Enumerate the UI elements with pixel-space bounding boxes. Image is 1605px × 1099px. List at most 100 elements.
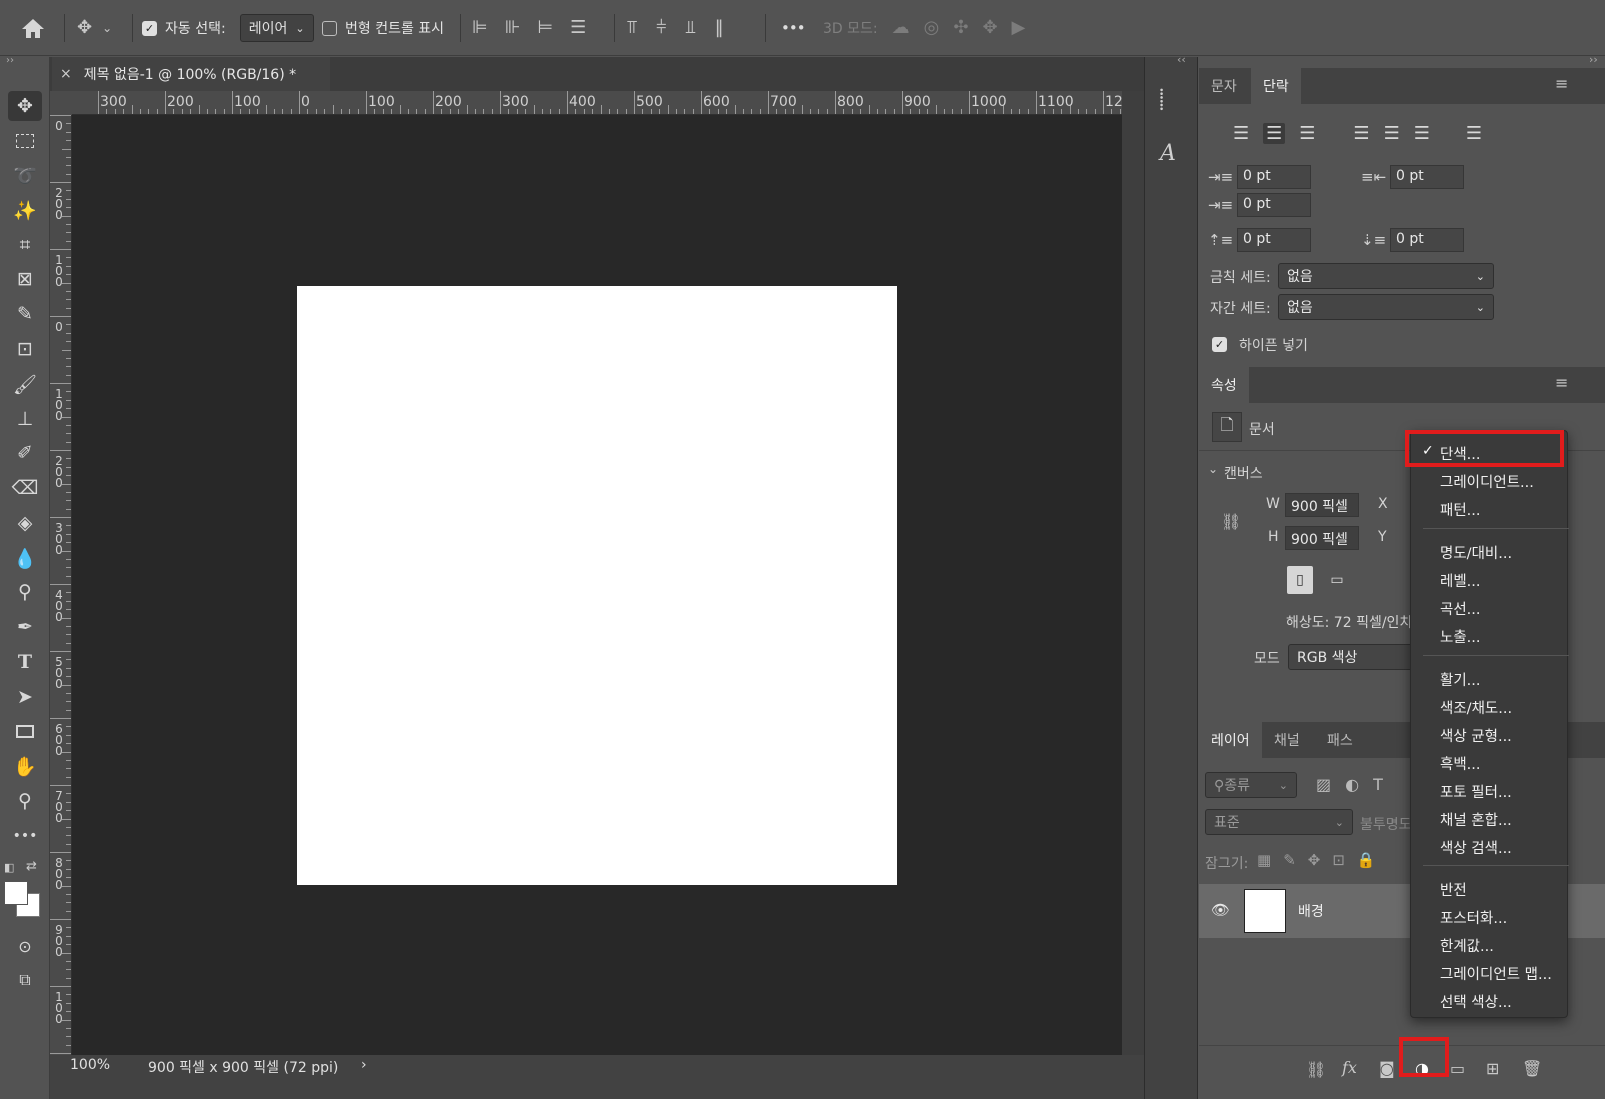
align-v-center-icon[interactable]: ⫩ [656, 19, 666, 37]
indent-right-field[interactable]: 0 pt [1390, 165, 1464, 189]
document-canvas[interactable] [297, 286, 897, 885]
tab-channels[interactable]: 채널 [1262, 722, 1312, 758]
menu-item[interactable]: 곡선... [1440, 598, 1481, 619]
menu-item[interactable]: 채널 혼합... [1440, 809, 1512, 830]
color-mode-select[interactable]: RGB 색상 [1288, 644, 1418, 670]
lasso-tool-icon[interactable]: ➰ [8, 160, 42, 190]
spot-healing-tool-icon[interactable]: ⊡ [8, 334, 42, 364]
add-mask-icon[interactable]: ◙ [1379, 1059, 1395, 1078]
lock-artboard-icon[interactable]: ⊡ [1332, 851, 1345, 869]
menu-item[interactable]: 그레이디언트 맵... [1440, 963, 1552, 984]
landscape-orientation-icon[interactable]: ▭ [1323, 566, 1351, 594]
menu-item[interactable]: 레벨... [1440, 570, 1481, 591]
quick-mask-icon[interactable]: ⊙ [8, 931, 42, 961]
screen-mode-icon[interactable]: ⧉ [8, 965, 42, 995]
align-bottom-icon[interactable]: ⫫ [686, 19, 696, 37]
new-group-icon[interactable]: ▭ [1450, 1059, 1465, 1078]
menu-item[interactable]: 노출... [1440, 626, 1481, 647]
crop-tool-icon[interactable]: ⌗ [8, 230, 42, 260]
mojikumi-select[interactable]: 없음 ⌄ [1278, 294, 1494, 320]
tab-paths[interactable]: 패스 [1315, 722, 1365, 758]
menu-item[interactable]: 명도/대비... [1440, 542, 1512, 563]
magic-wand-tool-icon[interactable]: ✨ [8, 195, 42, 225]
document-tab[interactable]: × 제목 없음-1 @ 100% (RGB/16) * [52, 57, 330, 91]
ruler-origin[interactable] [50, 91, 72, 115]
portrait-orientation-icon[interactable]: ▯ [1287, 566, 1313, 594]
blend-mode-select[interactable]: 표준 ⌄ [1205, 809, 1353, 835]
space-after-field[interactable]: 0 pt [1390, 228, 1464, 252]
move-tool-icon[interactable]: ✥ [8, 91, 42, 121]
align-right-icon[interactable]: ⊨ [537, 19, 553, 37]
auto-select-checkbox[interactable]: ✓ [142, 20, 157, 36]
collapse-icon[interactable]: ‹‹ [1177, 53, 1186, 66]
more-options-button[interactable]: ••• [781, 19, 806, 37]
3d-orbit-icon[interactable]: ☁ [892, 19, 910, 37]
brush-tool-icon[interactable]: 🖌 [8, 369, 42, 399]
path-selection-tool-icon[interactable]: ➤ [8, 682, 42, 712]
auto-select-dropdown[interactable]: 레이어 ⌄ [239, 14, 314, 42]
kinsoku-select[interactable]: 없음 ⌄ [1278, 263, 1494, 289]
home-icon[interactable] [20, 0, 46, 56]
history-brush-tool-icon[interactable]: ✐ [8, 438, 42, 468]
menu-item[interactable]: 그레이디언트... [1440, 471, 1534, 492]
hyphenate-checkbox[interactable]: ✓ [1212, 336, 1227, 352]
menu-item[interactable]: 색상 검색... [1440, 837, 1512, 858]
status-menu-arrow[interactable]: › [361, 1057, 367, 1073]
distribute-h-icon[interactable]: ☰ [570, 19, 586, 37]
justify-left-icon[interactable]: ☰ [1353, 123, 1369, 144]
menu-item[interactable]: 활기... [1440, 669, 1481, 690]
expand-icon[interactable]: ›› [6, 55, 14, 66]
pen-tool-icon[interactable]: ✒ [8, 612, 42, 642]
link-layers-icon[interactable]: ⛓ [1306, 1060, 1326, 1079]
brush-settings-icon[interactable]: ⸽ [1159, 85, 1164, 112]
trash-icon[interactable]: 🗑 [1522, 1059, 1542, 1078]
menu-item[interactable]: 패턴... [1440, 499, 1481, 520]
image-filter-icon[interactable]: ▨ [1316, 775, 1331, 794]
layer-name[interactable]: 배경 [1298, 901, 1324, 921]
3d-slide-icon[interactable]: ✥ [982, 19, 997, 37]
rectangle-tool-icon[interactable] [8, 716, 42, 746]
menu-item[interactable]: 선택 색상... [1440, 991, 1512, 1012]
tab-paragraph[interactable]: 단락 [1251, 68, 1301, 104]
align-h-center-icon[interactable]: ⊪ [505, 19, 521, 37]
justify-center-icon[interactable]: ☰ [1384, 123, 1400, 144]
close-tab-icon[interactable]: × [60, 66, 72, 82]
lock-image-icon[interactable]: ✎ [1283, 851, 1296, 869]
eyedropper-tool-icon[interactable]: ✎ [8, 299, 42, 329]
align-right-text-icon[interactable]: ☰ [1299, 123, 1315, 144]
distribute-v-icon[interactable]: ‖ [715, 19, 724, 37]
zoom-level[interactable]: 100% [70, 1057, 110, 1073]
lock-transparent-icon[interactable]: ▦ [1257, 851, 1271, 869]
justify-right-icon[interactable]: ☰ [1414, 123, 1430, 144]
blur-tool-icon[interactable]: 💧 [8, 543, 42, 573]
show-transform-checkbox[interactable] [322, 20, 337, 36]
hand-tool-icon[interactable]: ✋ [8, 751, 42, 781]
new-layer-icon[interactable]: ⊞ [1486, 1059, 1499, 1078]
justify-all-icon[interactable]: ☰ [1466, 123, 1482, 144]
default-colors-icon[interactable]: ◧ [4, 861, 14, 874]
stamp-tool-icon[interactable]: ⊥ [8, 404, 42, 434]
panel-menu-icon[interactable]: ≡ [1555, 74, 1568, 93]
expand-panels-icon[interactable]: ›› [1589, 53, 1598, 66]
indent-first-line-field[interactable]: 0 pt [1237, 193, 1311, 217]
lock-all-icon[interactable]: 🔒 [1357, 851, 1376, 869]
menu-item[interactable]: 색조/채도... [1440, 697, 1512, 718]
panel-menu-icon[interactable]: ≡ [1555, 373, 1568, 392]
lock-position-icon[interactable]: ✥ [1308, 851, 1321, 869]
menu-item[interactable]: 한계값... [1440, 935, 1494, 956]
adjustment-filter-icon[interactable]: ◐ [1345, 775, 1359, 794]
layer-filter-select[interactable]: ⚲종류 ⌄ [1205, 772, 1297, 798]
zoom-tool-icon[interactable]: ⚲ [8, 786, 42, 816]
tab-character[interactable]: 문자 [1199, 68, 1249, 104]
3d-roll-icon[interactable]: ◎ [924, 19, 940, 37]
chevron-down-icon[interactable]: ⌄ [1208, 462, 1218, 476]
eraser-tool-icon[interactable]: ⌫ [8, 473, 42, 503]
vertical-ruler[interactable]: 02 0 01 0 001 0 02 0 03 0 04 0 05 0 06 0… [50, 115, 72, 1055]
type-filter-icon[interactable]: T [1373, 775, 1383, 794]
edit-toolbar-icon[interactable]: ••• [8, 821, 42, 851]
indent-left-field[interactable]: 0 pt [1237, 165, 1311, 189]
tab-properties[interactable]: 속성 [1199, 367, 1249, 403]
foreground-color-swatch-front[interactable] [4, 881, 28, 905]
dodge-tool-icon[interactable]: ⚲ [8, 577, 42, 607]
eye-icon[interactable]: 👁 [1211, 901, 1230, 919]
